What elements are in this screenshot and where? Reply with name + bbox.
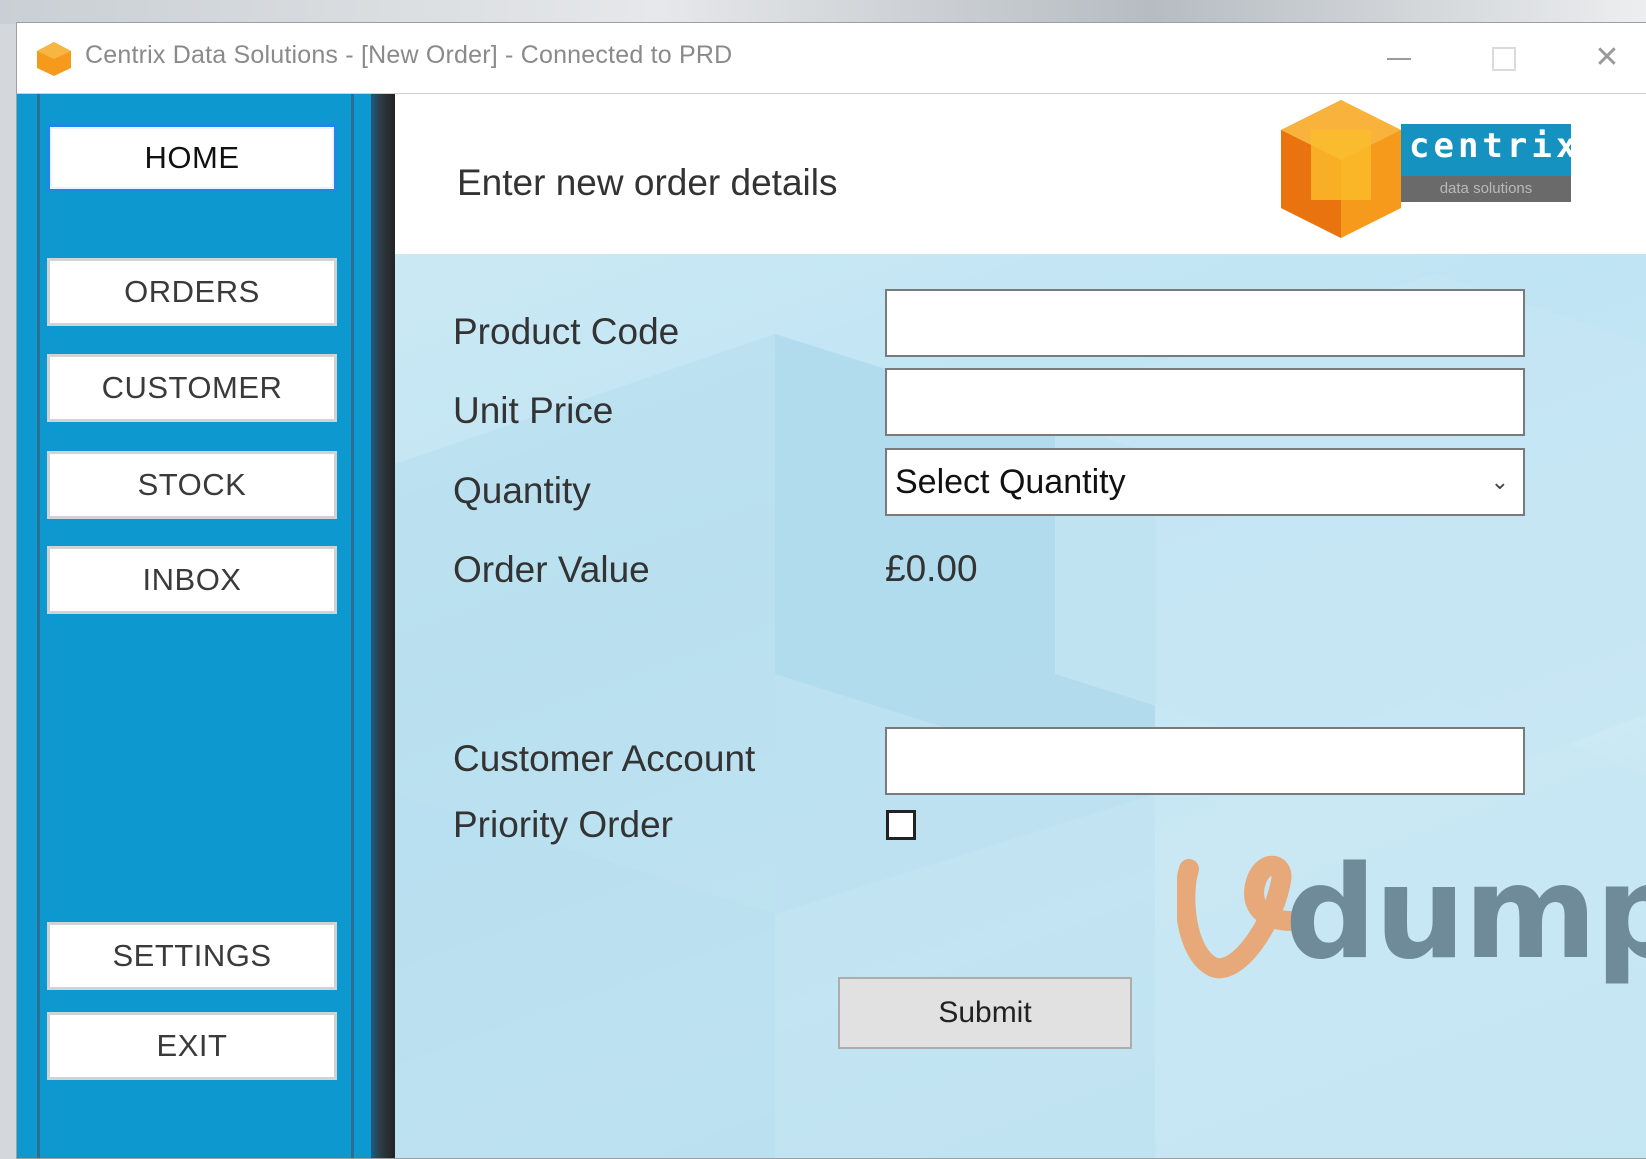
quantity-select[interactable]: Select Quantity ⌄	[885, 448, 1525, 516]
minimize-button[interactable]	[1369, 35, 1429, 81]
close-icon: ✕	[1594, 40, 1620, 75]
sidebar-item-settings[interactable]: SETTINGS	[47, 922, 337, 990]
app-window: Centrix Data Solutions - [New Order] - C…	[16, 22, 1646, 1159]
background-desktop	[0, 0, 1646, 24]
logo-subtitle: data solutions	[1401, 176, 1571, 202]
submit-button-label: Submit	[938, 996, 1032, 1029]
sidebar-divider-right	[351, 94, 354, 1158]
sidebar: HOME ORDERS CUSTOMER STOCK INBOX SETTING…	[17, 94, 395, 1158]
watermark-v-icon	[1177, 855, 1297, 979]
sidebar-item-label: ORDERS	[124, 274, 260, 309]
unit-price-input[interactable]	[885, 368, 1525, 436]
sidebar-edge	[371, 94, 395, 1158]
sidebar-item-stock[interactable]: STOCK	[47, 451, 337, 519]
sidebar-item-label: INBOX	[142, 562, 242, 597]
quantity-selected-value: Select Quantity	[895, 462, 1126, 501]
watermark: dump	[1177, 839, 1646, 989]
customer-account-label: Customer Account	[453, 738, 756, 779]
priority-order-checkbox[interactable]	[886, 810, 916, 840]
sidebar-item-label: SETTINGS	[112, 938, 272, 973]
sidebar-item-customer[interactable]: CUSTOMER	[47, 354, 337, 422]
watermark-text: dump	[1285, 839, 1646, 988]
sidebar-item-label: EXIT	[156, 1028, 228, 1063]
maximize-button[interactable]	[1473, 35, 1533, 81]
quantity-label: Quantity	[453, 470, 591, 511]
main-content: Enter new order details centrix data sol…	[395, 94, 1646, 1158]
logo-word: centrix	[1409, 126, 1581, 166]
sidebar-item-orders[interactable]: ORDERS	[47, 258, 337, 326]
page-title: Enter new order details	[457, 162, 838, 203]
product-code-input[interactable]	[885, 289, 1525, 357]
customer-account-input[interactable]	[885, 727, 1525, 795]
sidebar-item-label: HOME	[144, 140, 240, 175]
sidebar-item-inbox[interactable]: INBOX	[47, 546, 337, 614]
sidebar-item-label: STOCK	[137, 467, 247, 502]
chevron-down-icon: ⌄	[1490, 469, 1509, 494]
window-title: Centrix Data Solutions - [New Order] - C…	[85, 41, 733, 69]
app-logo-icon	[37, 42, 71, 76]
sidebar-item-home[interactable]: HOME	[47, 124, 337, 192]
sidebar-item-label: CUSTOMER	[101, 370, 283, 405]
order-value-amount: £0.00	[885, 548, 978, 589]
title-bar[interactable]: Centrix Data Solutions - [New Order] - C…	[17, 23, 1646, 94]
sidebar-divider-left	[37, 94, 40, 1158]
close-button[interactable]: ✕	[1577, 35, 1637, 81]
submit-button[interactable]: Submit	[838, 977, 1132, 1049]
order-value-label: Order Value	[453, 549, 650, 590]
sidebar-item-exit[interactable]: EXIT	[47, 1012, 337, 1080]
priority-order-label: Priority Order	[453, 804, 673, 845]
product-code-label: Product Code	[453, 311, 680, 352]
minimize-icon	[1387, 58, 1411, 60]
maximize-icon	[1492, 47, 1516, 71]
unit-price-label: Unit Price	[453, 390, 614, 431]
